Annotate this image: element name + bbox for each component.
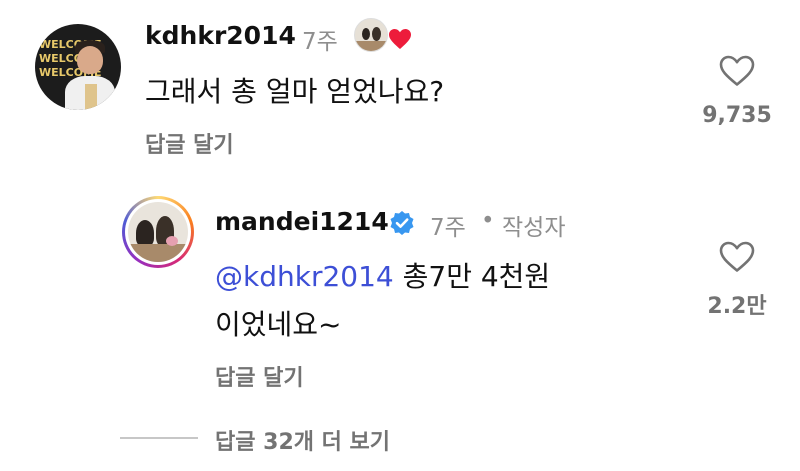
verified-badge-icon [390,211,414,235]
reply-text-line-2: 이었네요~ [215,308,342,341]
reply-time: 7주 [430,215,466,241]
comment-like-heart-icon[interactable] [719,55,755,87]
author-liked-heart-icon [389,29,411,49]
more-replies-divider [120,437,198,439]
avatar-person-logo [85,84,97,110]
reply-separator: • [481,208,495,234]
reply-like-heart-icon[interactable] [719,241,755,273]
reply-text-main: 총7만 4천원 [393,260,551,293]
reply-author-label: 작성자 [502,215,566,241]
reply-mention-link[interactable]: @kdhkr2014 [215,260,394,293]
reply-reply-button[interactable]: 답글 달기 [215,360,304,392]
reply-author-avatar[interactable] [122,196,194,268]
commenter-username[interactable]: kdhkr2014 [145,21,296,50]
avatar-person-head [77,46,103,74]
author-liked-avatar [354,18,388,52]
comment-text: 그래서 총 얼마 얻었나요? [145,75,445,108]
reply-like-count: 2.2만 [707,294,767,319]
comment-reply-button[interactable]: 답글 달기 [145,127,234,159]
comment-time: 7주 [302,29,338,55]
comment-like-count: 9,735 [702,103,772,128]
reply-username[interactable]: mandei1214 [215,207,389,236]
view-more-replies-button[interactable]: 답글 32개 더 보기 [215,424,390,456]
commenter-avatar[interactable]: WELCOME WELCOME WELCOME [35,24,121,110]
reply-text-line-1: @kdhkr2014 총7만 4천원 [215,253,550,301]
